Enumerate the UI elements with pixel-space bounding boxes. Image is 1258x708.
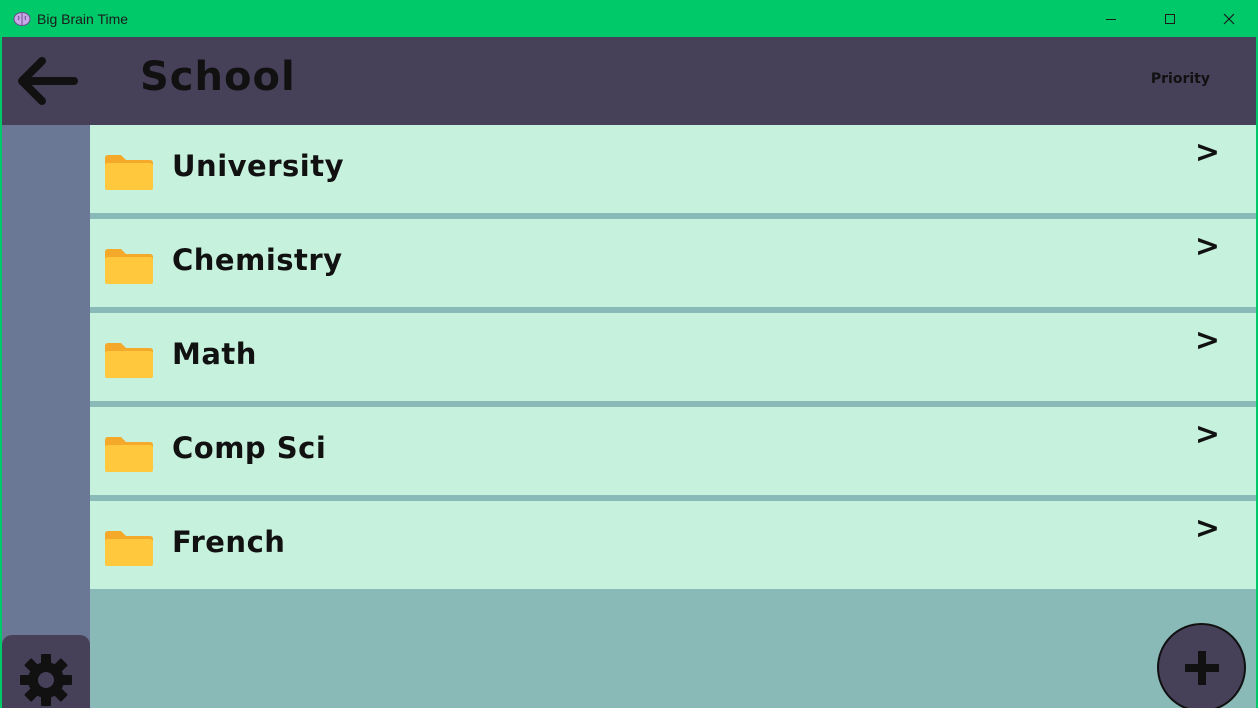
folder-label: French (172, 525, 286, 559)
back-button[interactable] (14, 55, 80, 107)
maximize-icon (1164, 13, 1175, 24)
close-button[interactable] (1199, 0, 1258, 37)
brain-icon (13, 10, 31, 28)
folder-row-comp-sci[interactable]: Comp Sci > (90, 407, 1256, 495)
chevron-right-icon[interactable]: > (1195, 135, 1220, 170)
page-header: School Priority (2, 37, 1256, 125)
folder-list: University > Chemistry > Math > Comp Sci… (90, 125, 1256, 595)
folder-icon (105, 249, 153, 284)
maximize-button[interactable] (1140, 0, 1199, 37)
folder-icon (105, 531, 153, 566)
add-folder-button[interactable] (1157, 623, 1246, 708)
minimize-button[interactable] (1081, 0, 1140, 37)
page-title: School (140, 54, 296, 100)
folder-label: Comp Sci (172, 431, 327, 465)
sidebar (2, 125, 90, 708)
folder-label: University (172, 149, 344, 183)
folder-row-math[interactable]: Math > (90, 313, 1256, 401)
folder-row-french[interactable]: French > (90, 501, 1256, 589)
gear-icon (20, 654, 72, 706)
plus-icon (1184, 650, 1219, 685)
folder-icon (105, 343, 153, 378)
folder-row-university[interactable]: University > (90, 125, 1256, 213)
folder-label: Chemistry (172, 243, 343, 277)
minimize-icon (1105, 18, 1116, 20)
folder-label: Math (172, 337, 257, 371)
chevron-right-icon[interactable]: > (1195, 323, 1220, 358)
arrow-left-icon (18, 57, 78, 105)
sort-priority-button[interactable]: Priority (1151, 71, 1210, 87)
chevron-right-icon[interactable]: > (1195, 229, 1220, 264)
folder-icon (105, 437, 153, 472)
chevron-right-icon[interactable]: > (1195, 511, 1220, 546)
folder-row-chemistry[interactable]: Chemistry > (90, 219, 1256, 307)
close-icon (1223, 13, 1234, 24)
app-window: Big Brain Time School Priority Universit… (0, 0, 1258, 708)
folder-icon (105, 155, 153, 190)
window-controls (1081, 0, 1258, 37)
chevron-right-icon[interactable]: > (1195, 417, 1220, 452)
settings-button[interactable] (2, 635, 90, 708)
title-bar[interactable]: Big Brain Time (0, 0, 1258, 37)
window-title: Big Brain Time (37, 10, 129, 27)
